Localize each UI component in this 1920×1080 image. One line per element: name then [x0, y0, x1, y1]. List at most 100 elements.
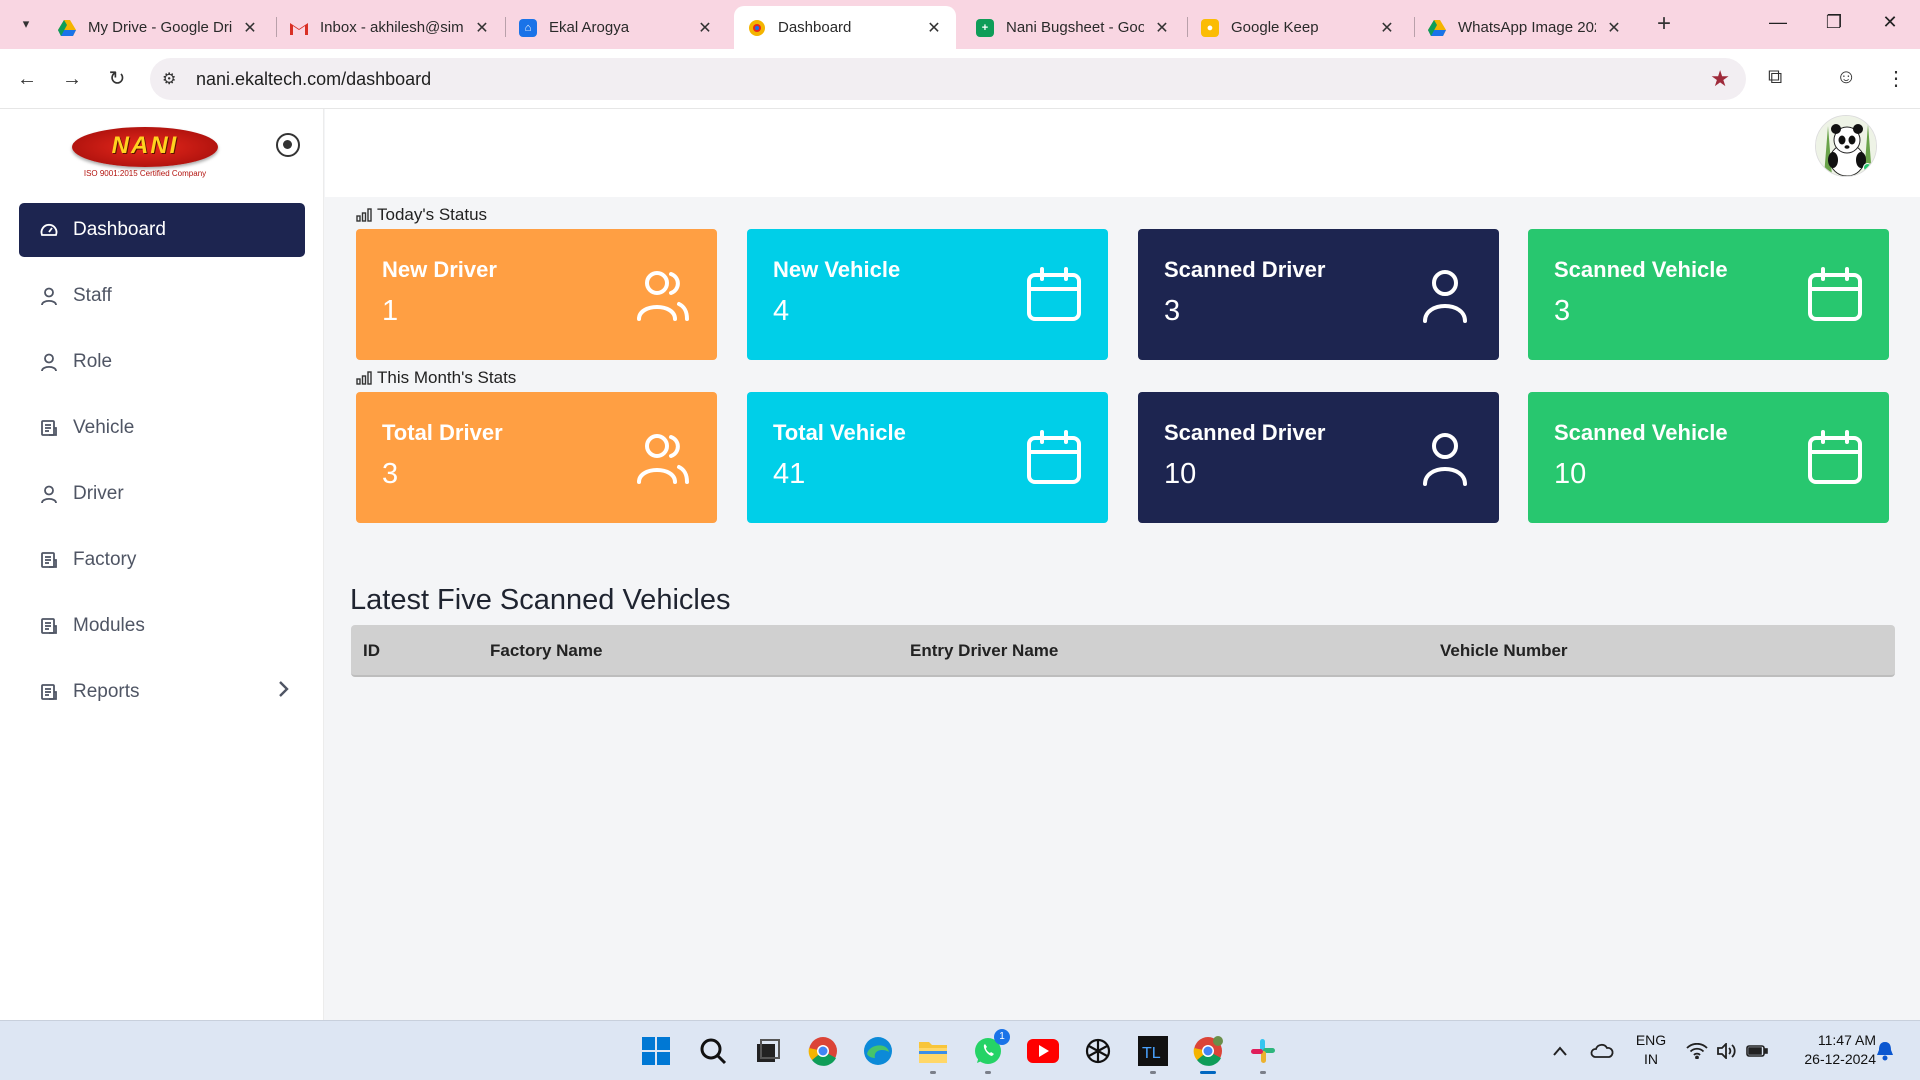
file-explorer-icon[interactable]: [917, 1035, 949, 1074]
document-icon: [39, 682, 59, 702]
start-icon[interactable]: [640, 1035, 672, 1067]
site-settings-icon[interactable]: ⚙: [162, 69, 176, 89]
system-clock[interactable]: 11:47 AM 26-12-2024: [1780, 1031, 1876, 1069]
window-close-icon[interactable]: ✕: [1870, 12, 1910, 33]
close-icon[interactable]: ✕: [924, 18, 944, 38]
nani-logo[interactable]: NANI ISO 9001:2015 Certified Company: [66, 119, 224, 181]
column-header-id[interactable]: ID: [363, 641, 380, 661]
tab-inbox[interactable]: Inbox - akhilesh@simplysolutions ✕: [276, 6, 504, 49]
todays-status-label: Today's Status: [356, 205, 487, 225]
top-navbar: [325, 109, 1920, 197]
dashboard-gauge-icon: [39, 220, 59, 240]
close-icon[interactable]: ✕: [1152, 18, 1172, 38]
sidebar-item-vehicle[interactable]: Vehicle: [19, 401, 305, 455]
close-icon[interactable]: ✕: [240, 18, 260, 38]
edge-icon[interactable]: [862, 1035, 894, 1067]
extensions-puzzle-icon[interactable]: ⧉: [1768, 66, 1782, 89]
tab-google-keep[interactable]: ● Google Keep ✕: [1187, 6, 1409, 49]
profile-avatar-icon[interactable]: ☺: [1836, 66, 1856, 89]
column-header-entry-driver-name[interactable]: Entry Driver Name: [910, 641, 1058, 661]
tab-search-chevron-icon[interactable]: ▾: [12, 10, 40, 38]
tab-whatsapp-image[interactable]: WhatsApp Image 2024 ✕: [1414, 6, 1636, 49]
stat-card-scanned-vehicle-month[interactable]: Scanned Vehicle 10: [1528, 392, 1889, 523]
sidebar-collapse-toggle-icon[interactable]: [276, 133, 300, 157]
restore-icon[interactable]: ❐: [1814, 12, 1854, 33]
browser-menu-icon[interactable]: ⋮: [1886, 66, 1906, 91]
windows-taskbar: 1 TL ENG IN 11:47 AM 26-12-2024: [0, 1020, 1920, 1080]
stat-card-new-driver[interactable]: New Driver 1: [356, 229, 717, 360]
language-indicator[interactable]: ENG IN: [1633, 1031, 1669, 1069]
card-value: 1: [382, 295, 399, 327]
sidebar-item-modules[interactable]: Modules: [19, 599, 305, 653]
chevron-right-icon[interactable]: [277, 679, 291, 705]
card-title: New Vehicle: [773, 257, 901, 282]
stat-card-scanned-driver-month[interactable]: Scanned Driver 10: [1138, 392, 1499, 523]
stat-card-total-vehicle[interactable]: Total Vehicle 41: [747, 392, 1108, 523]
browser-tab-bar: ▾ My Drive - Google Drive ✕ Inbox - akhi…: [0, 0, 1920, 49]
card-title: Scanned Driver: [1164, 257, 1326, 282]
tab-ekal-arogya[interactable]: ⌂ Ekal Arogya ✕: [505, 6, 727, 49]
chrome-profile-icon[interactable]: [1192, 1035, 1224, 1074]
user-icon: [1423, 270, 1467, 323]
chrome-icon[interactable]: [807, 1035, 839, 1067]
sidebar-item-role[interactable]: Role: [19, 335, 305, 389]
users-icon: [637, 434, 689, 484]
notification-badge: 1: [994, 1029, 1010, 1045]
minimize-icon[interactable]: —: [1758, 12, 1798, 33]
sidebar-item-reports[interactable]: Reports: [19, 665, 305, 719]
sidebar-item-dashboard[interactable]: Dashboard: [19, 203, 305, 257]
tl-icon[interactable]: TL: [1137, 1035, 1169, 1074]
tab-my-drive[interactable]: My Drive - Google Drive ✕: [44, 6, 272, 49]
stat-card-new-vehicle[interactable]: New Vehicle 4: [747, 229, 1108, 360]
sidebar-item-label: Staff: [73, 285, 112, 306]
slack-icon[interactable]: [1247, 1035, 1279, 1074]
tab-title: My Drive - Google Drive: [88, 19, 232, 36]
column-header-factory-name[interactable]: Factory Name: [490, 641, 602, 661]
reload-icon[interactable]: ↻: [104, 66, 130, 92]
new-tab-plus-icon[interactable]: +: [1652, 12, 1676, 36]
sidebar-item-staff[interactable]: Staff: [19, 269, 305, 323]
clock-time: 11:47 AM: [1817, 1032, 1876, 1048]
tab-title: Dashboard: [778, 19, 852, 36]
sidebar-item-label: Dashboard: [73, 219, 166, 240]
stat-card-total-driver[interactable]: Total Driver 3: [356, 392, 717, 523]
close-icon[interactable]: ✕: [1604, 18, 1624, 38]
calendar-icon: [1027, 267, 1081, 321]
search-icon[interactable]: [697, 1035, 729, 1067]
sidebar-item-driver[interactable]: Driver: [19, 467, 305, 521]
tab-nani-bugsheet[interactable]: + Nani Bugsheet - Google Sheets ✕: [962, 6, 1184, 49]
forward-arrow-icon[interactable]: →: [59, 66, 85, 92]
logo-tagline: ISO 9001:2015 Certified Company: [83, 169, 207, 178]
calendar-icon: [1027, 430, 1081, 484]
youtube-icon[interactable]: [1027, 1035, 1059, 1067]
sidebar-item-label: Reports: [73, 681, 140, 702]
close-icon[interactable]: ✕: [695, 18, 715, 38]
onedrive-cloud-icon[interactable]: [1590, 1021, 1614, 1080]
calendar-icon: [1808, 430, 1862, 484]
chatgpt-icon[interactable]: [1082, 1035, 1114, 1067]
task-view-icon[interactable]: [752, 1035, 784, 1067]
column-header-vehicle-number[interactable]: Vehicle Number: [1440, 641, 1568, 661]
bar-chart-icon: [356, 208, 372, 222]
document-icon: [39, 616, 59, 636]
tab-dashboard[interactable]: Dashboard ✕: [734, 6, 956, 49]
back-arrow-icon[interactable]: ←: [14, 66, 40, 92]
user-avatar[interactable]: [1815, 115, 1877, 177]
bookmark-star-icon[interactable]: ★: [1710, 66, 1730, 92]
url-text[interactable]: nani.ekaltech.com/dashboard: [196, 69, 431, 90]
active-indicator: [1200, 1071, 1216, 1074]
address-bar[interactable]: ⚙ nani.ekaltech.com/dashboard ★: [150, 58, 1746, 100]
battery-icon[interactable]: [1746, 1021, 1768, 1080]
volume-icon[interactable]: [1716, 1021, 1736, 1080]
notification-bell-icon[interactable]: [1876, 1021, 1894, 1080]
show-hidden-icons-chevron-icon[interactable]: [1552, 1021, 1568, 1080]
close-icon[interactable]: ✕: [472, 18, 492, 38]
latest-vehicles-table-header: ID Factory Name Entry Driver Name Vehicl…: [351, 625, 1895, 677]
wifi-icon[interactable]: [1686, 1021, 1708, 1080]
stat-card-scanned-driver-today[interactable]: Scanned Driver 3: [1138, 229, 1499, 360]
close-icon[interactable]: ✕: [1377, 18, 1397, 38]
sidebar-item-factory[interactable]: Factory: [19, 533, 305, 587]
whatsapp-icon[interactable]: 1: [972, 1029, 1010, 1074]
stat-card-scanned-vehicle-today[interactable]: Scanned Vehicle 3: [1528, 229, 1889, 360]
document-icon: [39, 550, 59, 570]
